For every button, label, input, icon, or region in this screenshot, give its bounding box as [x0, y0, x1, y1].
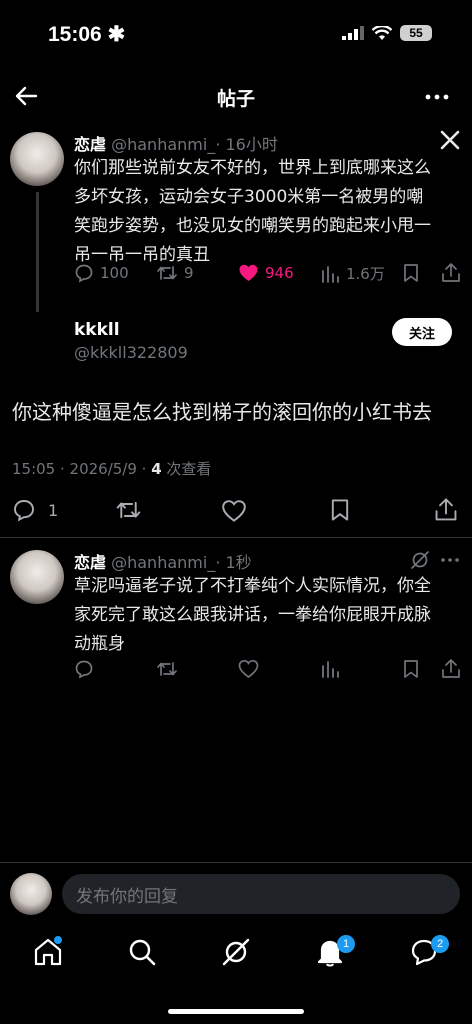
post-timestamp: 15:05 · 2026/5/9 · — [12, 460, 152, 478]
reply-time: · 1秒 — [215, 553, 252, 572]
like-button[interactable]: 946 — [238, 263, 294, 283]
main-retweet-icon[interactable] — [115, 498, 142, 522]
main-bookmark-icon[interactable] — [329, 498, 351, 522]
retweet-button[interactable]: 9 — [156, 263, 194, 283]
views-chart-icon[interactable] — [320, 659, 340, 679]
avatar[interactable] — [10, 132, 64, 186]
heart-icon[interactable] — [238, 659, 259, 679]
signal-icon — [342, 26, 364, 40]
composer-avatar — [10, 873, 52, 915]
bookmark-icon[interactable] — [402, 263, 420, 283]
reply-icon — [75, 264, 93, 283]
reply-more-icon[interactable] — [440, 551, 460, 569]
grok-icon[interactable] — [220, 936, 252, 968]
author-name[interactable]: 恋虐 — [74, 135, 106, 154]
status-time: 15:06 ✱ — [48, 23, 126, 46]
share-icon[interactable] — [441, 262, 461, 284]
messages-badge: 2 — [431, 935, 449, 953]
post-metadata: 15:05 · 2026/5/9 · 4 次查看 — [12, 458, 211, 479]
status-indicators: 55 — [342, 25, 432, 41]
more-options-icon[interactable] — [424, 84, 450, 110]
post-body: 你们那些说前女友不好的，世界上到底哪来这么 多坏女孩，运动会女子3000米第一名… — [74, 158, 431, 265]
views-button[interactable]: 1.6万 — [320, 263, 385, 284]
view-count: 4 — [151, 460, 162, 478]
x-logo-icon — [440, 130, 460, 150]
post-author-line: 恋虐 @hanhanmi_· 16小时 — [74, 131, 278, 155]
reply-icon[interactable] — [74, 659, 94, 679]
reply-author-name[interactable]: 恋虐 — [74, 553, 106, 572]
main-reply-button[interactable]: 1 — [12, 498, 58, 522]
reply-body: 草泥吗逼老子说了不打拳纯个人实际情况，你全 家死完了敢这么跟我讲话，一拳给你屁眼… — [74, 576, 431, 654]
retweet-icon — [157, 266, 177, 280]
share-icon[interactable] — [441, 658, 461, 680]
main-share-icon[interactable] — [434, 497, 458, 523]
home-unread-dot — [54, 936, 62, 944]
divider — [0, 537, 472, 538]
main-author-handle[interactable]: @kkkll322809 — [74, 343, 188, 362]
reply-author-handle[interactable]: @hanhanmi_ — [111, 553, 215, 572]
reply-input[interactable]: 发布你的回复 — [62, 874, 460, 914]
reply-button[interactable]: 100 — [74, 263, 129, 283]
main-heart-icon[interactable] — [221, 499, 247, 523]
asterisk-icon: ✱ — [107, 23, 126, 46]
follow-button[interactable]: 关注 — [392, 318, 452, 346]
bookmark-icon[interactable] — [402, 659, 420, 679]
post-time: · 16小时 — [215, 135, 278, 154]
page-title: 帖子 — [216, 88, 255, 110]
grok-icon[interactable] — [410, 550, 430, 570]
divider — [0, 862, 472, 863]
bottom-nav: 1 2 — [0, 932, 472, 982]
reply-icon — [14, 500, 34, 522]
battery-indicator: 55 — [400, 25, 432, 41]
search-icon[interactable] — [126, 936, 158, 968]
status-bar: 15:06 ✱ 55 — [0, 0, 472, 70]
main-post-text: 你这种傻逼是怎么找到梯子的滚回你的小红书去 — [12, 400, 432, 424]
thread-connector — [36, 192, 39, 312]
heart-filled-icon — [239, 264, 258, 281]
views-chart-icon — [322, 265, 339, 283]
author-handle[interactable]: @hanhanmi_ — [111, 135, 215, 154]
retweet-icon[interactable] — [156, 659, 178, 679]
home-indicator — [168, 1009, 304, 1014]
notifications-badge: 1 — [337, 935, 355, 953]
nav-bar: 帖子 — [0, 78, 472, 118]
avatar[interactable] — [10, 550, 64, 604]
main-author-name[interactable]: kkkll — [74, 320, 120, 340]
wifi-icon — [372, 25, 392, 40]
reply-author-line: 恋虐 @hanhanmi_· 1秒 — [74, 549, 252, 573]
view-label: 次查看 — [161, 460, 212, 478]
